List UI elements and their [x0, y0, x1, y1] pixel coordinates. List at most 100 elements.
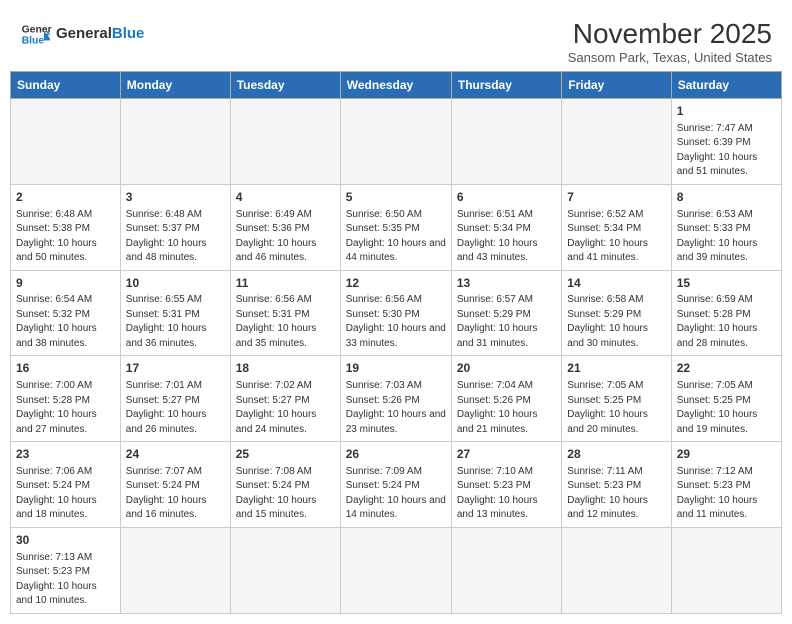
day-info: Sunrise: 7:04 AM Sunset: 5:26 PM Dayligh…: [457, 379, 556, 437]
calendar-cell: [11, 99, 121, 185]
location: Sansom Park, Texas, United States: [568, 50, 772, 65]
day-header-tuesday: Tuesday: [230, 72, 340, 99]
day-number: 7: [567, 189, 665, 206]
day-number: 3: [126, 189, 225, 206]
day-number: 12: [346, 275, 446, 292]
logo-text: GeneralBlue: [56, 26, 144, 43]
calendar-cell: 8 Sunrise: 6:53 AM Sunset: 5:33 PM Daylig…: [671, 184, 781, 270]
day-number: 19: [346, 360, 446, 377]
calendar-cell: 22Sunrise: 7:05 AM Sunset: 5:25 PM Dayli…: [671, 356, 781, 442]
day-number: 25: [236, 446, 335, 463]
calendar-cell: 18 Sunrise: 7:02 AM Sunset: 5:27 PM Dayli…: [230, 356, 340, 442]
calendar-cell: 30Sunrise: 7:13 AM Sunset: 5:23 PM Dayli…: [11, 527, 121, 613]
week-row-3: 16 Sunrise: 7:00 AM Sunset: 5:28 PM Dayli…: [11, 356, 782, 442]
day-number: 29: [677, 446, 776, 463]
calendar-cell: [340, 527, 451, 613]
calendar-cell: 19 Sunrise: 7:03 AM Sunset: 5:26 PM Dayli…: [340, 356, 451, 442]
calendar-cell: 1 Sunrise: 7:47 AM Sunset: 6:39 PM Daylig…: [671, 99, 781, 185]
calendar-cell: 12Sunrise: 6:56 AM Sunset: 5:30 PM Dayli…: [340, 270, 451, 356]
calendar-table: SundayMondayTuesdayWednesdayThursdayFrid…: [10, 71, 782, 614]
day-info: Sunrise: 7:07 AM Sunset: 5:24 PM Dayligh…: [126, 465, 225, 523]
calendar-cell: 17 Sunrise: 7:01 AM Sunset: 5:27 PM Dayli…: [120, 356, 230, 442]
day-info: Sunrise: 7:11 AM Sunset: 5:23 PM Dayligh…: [567, 465, 665, 523]
calendar-cell: 13Sunrise: 6:57 AM Sunset: 5:29 PM Dayli…: [451, 270, 561, 356]
day-info: Sunrise: 7:10 AM Sunset: 5:23 PM Dayligh…: [457, 465, 556, 523]
day-number: 9: [16, 275, 115, 292]
day-info: Sunrise: 6:58 AM Sunset: 5:29 PM Dayligh…: [567, 293, 665, 351]
calendar-cell: 20 Sunrise: 7:04 AM Sunset: 5:26 PM Dayli…: [451, 356, 561, 442]
calendar-cell: [562, 527, 671, 613]
day-info: Sunrise: 6:55 AM Sunset: 5:31 PM Dayligh…: [126, 293, 225, 351]
day-info: Sunrise: 6:53 AM Sunset: 5:33 PM Dayligh…: [677, 208, 776, 266]
calendar-cell: 23Sunrise: 7:06 AM Sunset: 5:24 PM Dayli…: [11, 442, 121, 528]
calendar-cell: 24 Sunrise: 7:07 AM Sunset: 5:24 PM Dayli…: [120, 442, 230, 528]
day-info: Sunrise: 7:12 AM Sunset: 5:23 PM Dayligh…: [677, 465, 776, 523]
day-header-wednesday: Wednesday: [340, 72, 451, 99]
day-info: Sunrise: 7:09 AM Sunset: 5:24 PM Dayligh…: [346, 465, 446, 523]
calendar-cell: [230, 99, 340, 185]
calendar-cell: 2 Sunrise: 6:48 AM Sunset: 5:38 PM Daylig…: [11, 184, 121, 270]
day-header-saturday: Saturday: [671, 72, 781, 99]
week-row-1: 2 Sunrise: 6:48 AM Sunset: 5:38 PM Daylig…: [11, 184, 782, 270]
day-number: 14: [567, 275, 665, 292]
day-info: Sunrise: 6:51 AM Sunset: 5:34 PM Dayligh…: [457, 208, 556, 266]
calendar-cell: 28 Sunrise: 7:11 AM Sunset: 5:23 PM Dayli…: [562, 442, 671, 528]
day-number: 5: [346, 189, 446, 206]
svg-text:General: General: [22, 24, 52, 35]
day-info: Sunrise: 7:47 AM Sunset: 6:39 PM Dayligh…: [677, 122, 776, 180]
day-info: Sunrise: 7:00 AM Sunset: 5:28 PM Dayligh…: [16, 379, 115, 437]
week-row-2: 9Sunrise: 6:54 AM Sunset: 5:32 PM Daylig…: [11, 270, 782, 356]
day-number: 26: [346, 446, 446, 463]
month-title: November 2025: [568, 18, 772, 50]
day-info: Sunrise: 7:02 AM Sunset: 5:27 PM Dayligh…: [236, 379, 335, 437]
day-info: Sunrise: 6:48 AM Sunset: 5:38 PM Dayligh…: [16, 208, 115, 266]
day-number: 2: [16, 189, 115, 206]
day-number: 24: [126, 446, 225, 463]
day-number: 6: [457, 189, 556, 206]
day-number: 1: [677, 103, 776, 120]
calendar-cell: 9Sunrise: 6:54 AM Sunset: 5:32 PM Daylig…: [11, 270, 121, 356]
day-number: 18: [236, 360, 335, 377]
calendar-cell: 6 Sunrise: 6:51 AM Sunset: 5:34 PM Daylig…: [451, 184, 561, 270]
day-number: 15: [677, 275, 776, 292]
day-info: Sunrise: 6:56 AM Sunset: 5:30 PM Dayligh…: [346, 293, 446, 351]
title-section: November 2025 Sansom Park, Texas, United…: [568, 18, 772, 65]
calendar-cell: 26 Sunrise: 7:09 AM Sunset: 5:24 PM Dayli…: [340, 442, 451, 528]
calendar-cell: [671, 527, 781, 613]
day-number: 16: [16, 360, 115, 377]
calendar-cell: 15Sunrise: 6:59 AM Sunset: 5:28 PM Dayli…: [671, 270, 781, 356]
day-info: Sunrise: 7:08 AM Sunset: 5:24 PM Dayligh…: [236, 465, 335, 523]
calendar-cell: [120, 527, 230, 613]
day-info: Sunrise: 7:05 AM Sunset: 5:25 PM Dayligh…: [677, 379, 776, 437]
calendar-cell: [562, 99, 671, 185]
day-info: Sunrise: 6:57 AM Sunset: 5:29 PM Dayligh…: [457, 293, 556, 351]
calendar-cell: 3 Sunrise: 6:48 AM Sunset: 5:37 PM Daylig…: [120, 184, 230, 270]
day-number: 28: [567, 446, 665, 463]
calendar-cell: 21 Sunrise: 7:05 AM Sunset: 5:25 PM Dayli…: [562, 356, 671, 442]
calendar-cell: 25 Sunrise: 7:08 AM Sunset: 5:24 PM Dayli…: [230, 442, 340, 528]
day-info: Sunrise: 6:50 AM Sunset: 5:35 PM Dayligh…: [346, 208, 446, 266]
day-number: 30: [16, 532, 115, 549]
day-number: 17: [126, 360, 225, 377]
day-header-thursday: Thursday: [451, 72, 561, 99]
day-info: Sunrise: 7:05 AM Sunset: 5:25 PM Dayligh…: [567, 379, 665, 437]
day-info: Sunrise: 7:03 AM Sunset: 5:26 PM Dayligh…: [346, 379, 446, 437]
day-number: 20: [457, 360, 556, 377]
day-header-friday: Friday: [562, 72, 671, 99]
calendar-cell: 14Sunrise: 6:58 AM Sunset: 5:29 PM Dayli…: [562, 270, 671, 356]
day-number: 8: [677, 189, 776, 206]
week-row-0: 1 Sunrise: 7:47 AM Sunset: 6:39 PM Daylig…: [11, 99, 782, 185]
day-info: Sunrise: 7:01 AM Sunset: 5:27 PM Dayligh…: [126, 379, 225, 437]
day-number: 21: [567, 360, 665, 377]
day-info: Sunrise: 6:48 AM Sunset: 5:37 PM Dayligh…: [126, 208, 225, 266]
day-header-sunday: Sunday: [11, 72, 121, 99]
calendar-cell: 10Sunrise: 6:55 AM Sunset: 5:31 PM Dayli…: [120, 270, 230, 356]
week-row-5: 30Sunrise: 7:13 AM Sunset: 5:23 PM Dayli…: [11, 527, 782, 613]
day-info: Sunrise: 6:49 AM Sunset: 5:36 PM Dayligh…: [236, 208, 335, 266]
day-number: 4: [236, 189, 335, 206]
svg-text:Blue: Blue: [22, 36, 45, 47]
calendar-cell: 7Sunrise: 6:52 AM Sunset: 5:34 PM Daylig…: [562, 184, 671, 270]
calendar-cell: 11Sunrise: 6:56 AM Sunset: 5:31 PM Dayli…: [230, 270, 340, 356]
calendar-cell: [451, 527, 561, 613]
day-number: 27: [457, 446, 556, 463]
